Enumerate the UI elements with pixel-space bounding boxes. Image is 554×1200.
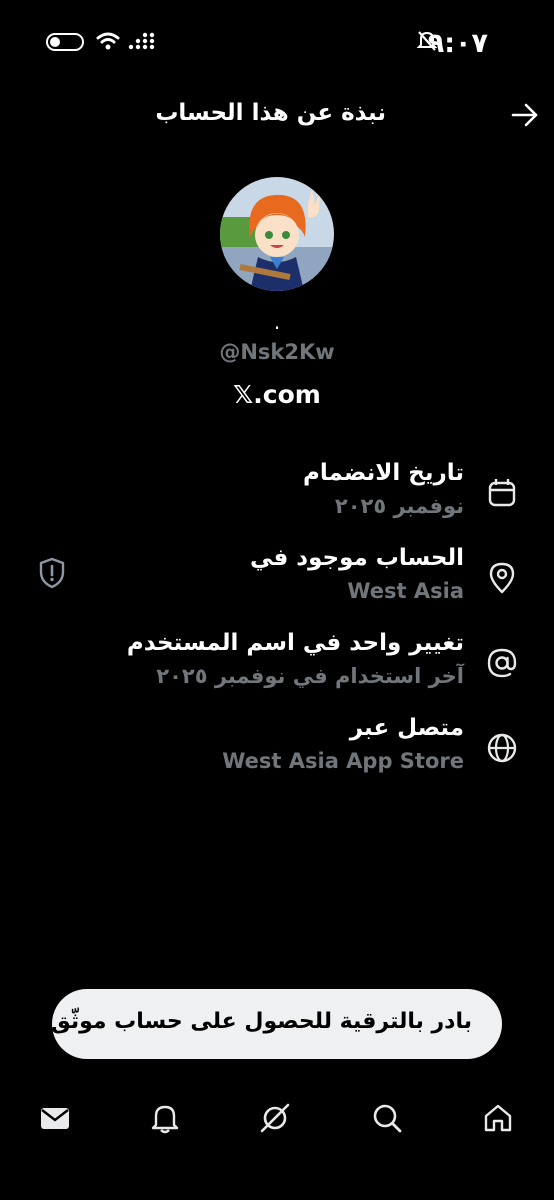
detail-row-connected-via: متصل عبر West Asia App Store xyxy=(0,715,554,789)
detail-row-username-change: تغيير واحد في اسم المستخدم آخر استخدام ف… xyxy=(0,630,554,704)
location-pin-icon xyxy=(489,562,515,594)
bell-icon[interactable] xyxy=(148,1101,182,1135)
grok-icon[interactable] xyxy=(258,1101,292,1135)
detail-value: West Asia xyxy=(347,579,464,603)
detail-row-location: الحساب موجود في West Asia xyxy=(0,545,554,619)
header: نبذة عن هذا الحساب xyxy=(0,90,554,140)
globe-icon xyxy=(487,733,517,763)
toggle-status-icon xyxy=(46,33,84,51)
home-icon[interactable] xyxy=(481,1101,515,1135)
upgrade-verified-button[interactable]: بادر بالترقية للحصول على حساب موثّق xyxy=(51,989,502,1059)
back-arrow-icon[interactable] xyxy=(510,102,540,128)
detail-value: West Asia App Store xyxy=(222,749,464,773)
display-name: . xyxy=(273,310,281,334)
status-bar: ٩:٠٧ xyxy=(0,0,554,80)
mail-icon[interactable] xyxy=(38,1101,72,1135)
calendar-icon xyxy=(488,479,516,507)
detail-title: الحساب موجود في xyxy=(249,545,464,571)
search-icon[interactable] xyxy=(370,1101,404,1135)
shield-alert-icon[interactable] xyxy=(38,557,66,589)
detail-value: آخر استخدام في نوفمبر ٢٠٢٥ xyxy=(156,664,464,688)
detail-title: متصل عبر xyxy=(349,715,464,741)
detail-title: تغيير واحد في اسم المستخدم xyxy=(126,630,464,656)
username-handle: @Nsk2Kw xyxy=(219,340,335,364)
upgrade-label: بادر بالترقية للحصول على حساب موثّق xyxy=(51,1009,472,1034)
bottom-tab-bar xyxy=(0,1095,554,1145)
detail-row-joined: تاريخ الانضمام نوفمبر ٢٠٢٥ xyxy=(0,460,554,534)
at-sign-icon xyxy=(487,648,517,678)
avatar-image xyxy=(220,177,334,291)
avatar[interactable] xyxy=(220,177,334,291)
site-label: 𝕏.com xyxy=(233,380,321,409)
detail-title: تاريخ الانضمام xyxy=(303,460,464,486)
signal-icon xyxy=(128,32,155,50)
clock: ٩:٠٧ xyxy=(427,28,488,59)
detail-value: نوفمبر ٢٠٢٥ xyxy=(334,494,464,518)
page-title: نبذة عن هذا الحساب xyxy=(155,100,386,126)
wifi-icon xyxy=(96,32,120,50)
